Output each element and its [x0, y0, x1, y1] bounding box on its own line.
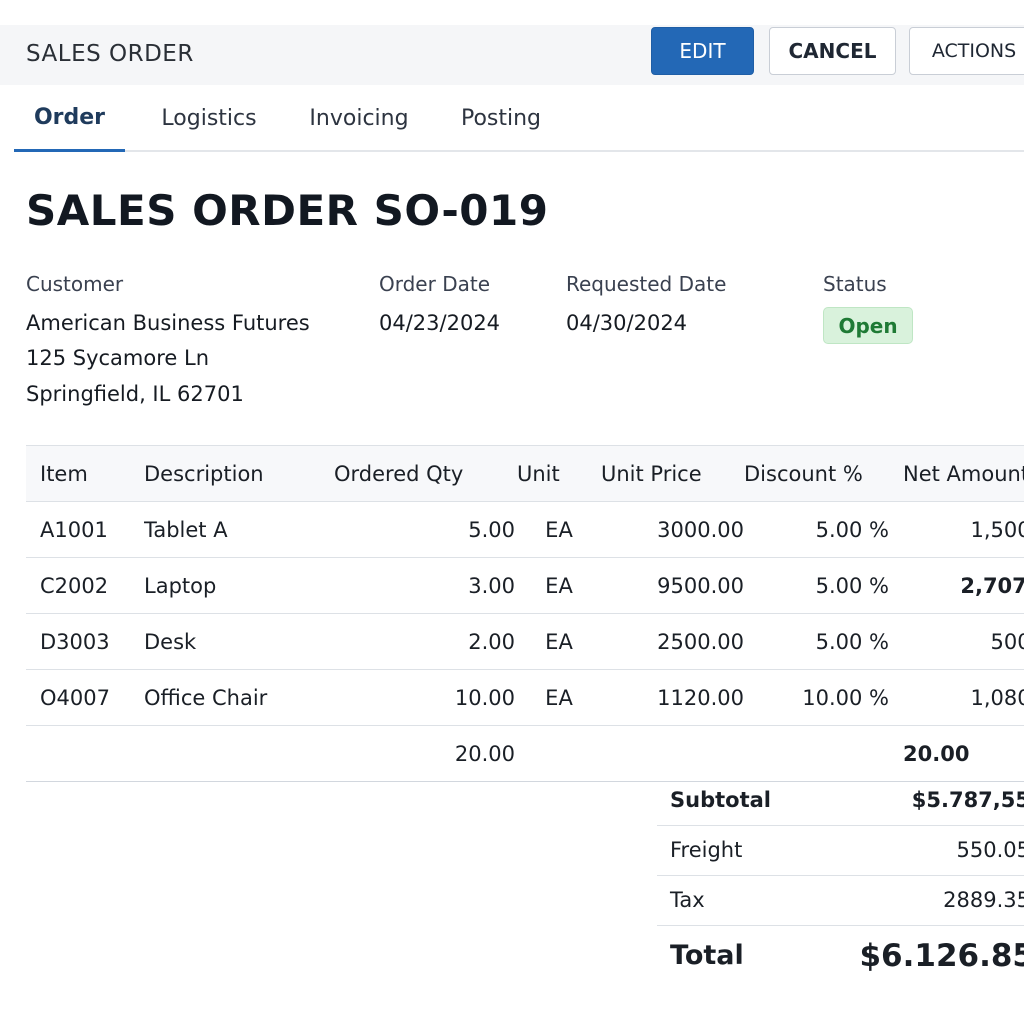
- tab-order[interactable]: Order: [14, 85, 125, 152]
- status-label: Status: [823, 272, 887, 296]
- tax-label: Tax: [670, 888, 705, 912]
- customer-name: American Business Futures: [26, 311, 310, 335]
- column-header-unit-price[interactable]: Unit Price: [601, 445, 744, 502]
- tab-logistics[interactable]: Logistics: [149, 85, 269, 152]
- tab-invoicing[interactable]: Invoicing: [299, 85, 419, 152]
- unit-price: 1120.00: [601, 669, 744, 726]
- item-code: C2002: [26, 557, 144, 614]
- unit: EA: [517, 669, 601, 726]
- table-row[interactable]: O4007 Office Chair 10.00 EA 1120.00 10.0…: [26, 669, 1024, 726]
- net-amount: 500,00: [889, 613, 1024, 670]
- column-header-ordered-qty[interactable]: Ordered Qty: [334, 445, 517, 502]
- actions-button[interactable]: ACTIONS: [909, 27, 1024, 75]
- tab-posting[interactable]: Posting: [449, 85, 553, 152]
- discount-percent: 5.00 %: [744, 501, 889, 558]
- net-amount: 1,500,00: [889, 501, 1024, 558]
- ordered-qty: 5.00: [334, 501, 517, 558]
- edit-button[interactable]: EDIT: [651, 27, 754, 75]
- subtotal-value: $5.787,55: [911, 788, 1024, 812]
- subtotal-row: Subtotal $5.787,55: [657, 776, 1024, 826]
- page-title: SALES ORDER SO-019: [26, 186, 549, 235]
- requested-date-value: 04/30/2024: [566, 311, 688, 335]
- column-header-description[interactable]: Description: [144, 445, 334, 502]
- total-row: Total $6.126.85: [657, 926, 1024, 986]
- net-amount: 1,080,00: [889, 669, 1024, 726]
- total-value: $6.126.85: [859, 938, 1024, 974]
- ordered-qty: 10.00: [334, 669, 517, 726]
- item-code: D3003: [26, 613, 144, 670]
- item-description: Laptop: [144, 557, 334, 614]
- item-description: Office Chair: [144, 669, 334, 726]
- column-header-unit[interactable]: Unit: [517, 445, 601, 502]
- discount-percent: 10.00 %: [744, 669, 889, 726]
- unit-price: 9500.00: [601, 557, 744, 614]
- tax-row: Tax 2889.35: [657, 876, 1024, 926]
- order-date-label: Order Date: [379, 272, 490, 296]
- item-description: Desk: [144, 613, 334, 670]
- item-code: O4007: [26, 669, 144, 726]
- order-date-value: 04/23/2024: [379, 311, 501, 335]
- net-amount: 2,707,56: [889, 557, 1024, 614]
- app-title: SALES ORDER: [26, 41, 194, 67]
- table-row[interactable]: A1001 Tablet A 5.00 EA 3000.00 5.00 % 1,…: [26, 501, 1024, 558]
- ordered-qty: 3.00: [334, 557, 517, 614]
- ordered-qty: 2.00: [334, 613, 517, 670]
- total-ordered-qty: 20.00: [334, 725, 517, 782]
- total-net-amount: 20.00: [889, 725, 1024, 782]
- column-header-discount[interactable]: Discount %: [744, 445, 889, 502]
- column-header-net-amount[interactable]: Net Amount: [889, 445, 1024, 502]
- item-code: A1001: [26, 501, 144, 558]
- unit-price: 2500.00: [601, 613, 744, 670]
- top-toolbar: SALES ORDER EDIT CANCEL ACTIONS: [0, 25, 1024, 85]
- order-lines-table: Item Description Ordered Qty Unit Unit P…: [26, 445, 1024, 782]
- requested-date-label: Requested Date: [566, 272, 727, 296]
- customer-address-line2: Springfield, IL 62701: [26, 382, 244, 406]
- table-header-row: Item Description Ordered Qty Unit Unit P…: [26, 445, 1024, 502]
- total-label: Total: [670, 940, 744, 971]
- discount-percent: 5.00 %: [744, 557, 889, 614]
- order-summary: Subtotal $5.787,55 Freight 550.05 Tax 28…: [657, 776, 1024, 986]
- unit: EA: [517, 501, 601, 558]
- freight-value: 550.05: [956, 838, 1024, 862]
- subtotal-label: Subtotal: [670, 788, 771, 812]
- table-row[interactable]: D3003 Desk 2.00 EA 2500.00 5.00 % 500,00: [26, 613, 1024, 670]
- unit-price: 3000.00: [601, 501, 744, 558]
- customer-address-line1: 125 Sycamore Ln: [26, 346, 210, 370]
- unit: EA: [517, 613, 601, 670]
- discount-percent: 5.00 %: [744, 613, 889, 670]
- status-badge: Open: [823, 307, 913, 344]
- tab-bar: Order Logistics Invoicing Posting: [14, 85, 1024, 152]
- freight-row: Freight 550.05: [657, 826, 1024, 876]
- unit: EA: [517, 557, 601, 614]
- column-header-item[interactable]: Item: [26, 445, 144, 502]
- tax-value: 2889.35: [943, 888, 1024, 912]
- table-totals-row: 20.00 20.00: [26, 725, 1024, 782]
- customer-label: Customer: [26, 272, 124, 296]
- freight-label: Freight: [670, 838, 743, 862]
- cancel-button[interactable]: CANCEL: [769, 27, 896, 75]
- item-description: Tablet A: [144, 501, 334, 558]
- table-row[interactable]: C2002 Laptop 3.00 EA 9500.00 5.00 % 2,70…: [26, 557, 1024, 614]
